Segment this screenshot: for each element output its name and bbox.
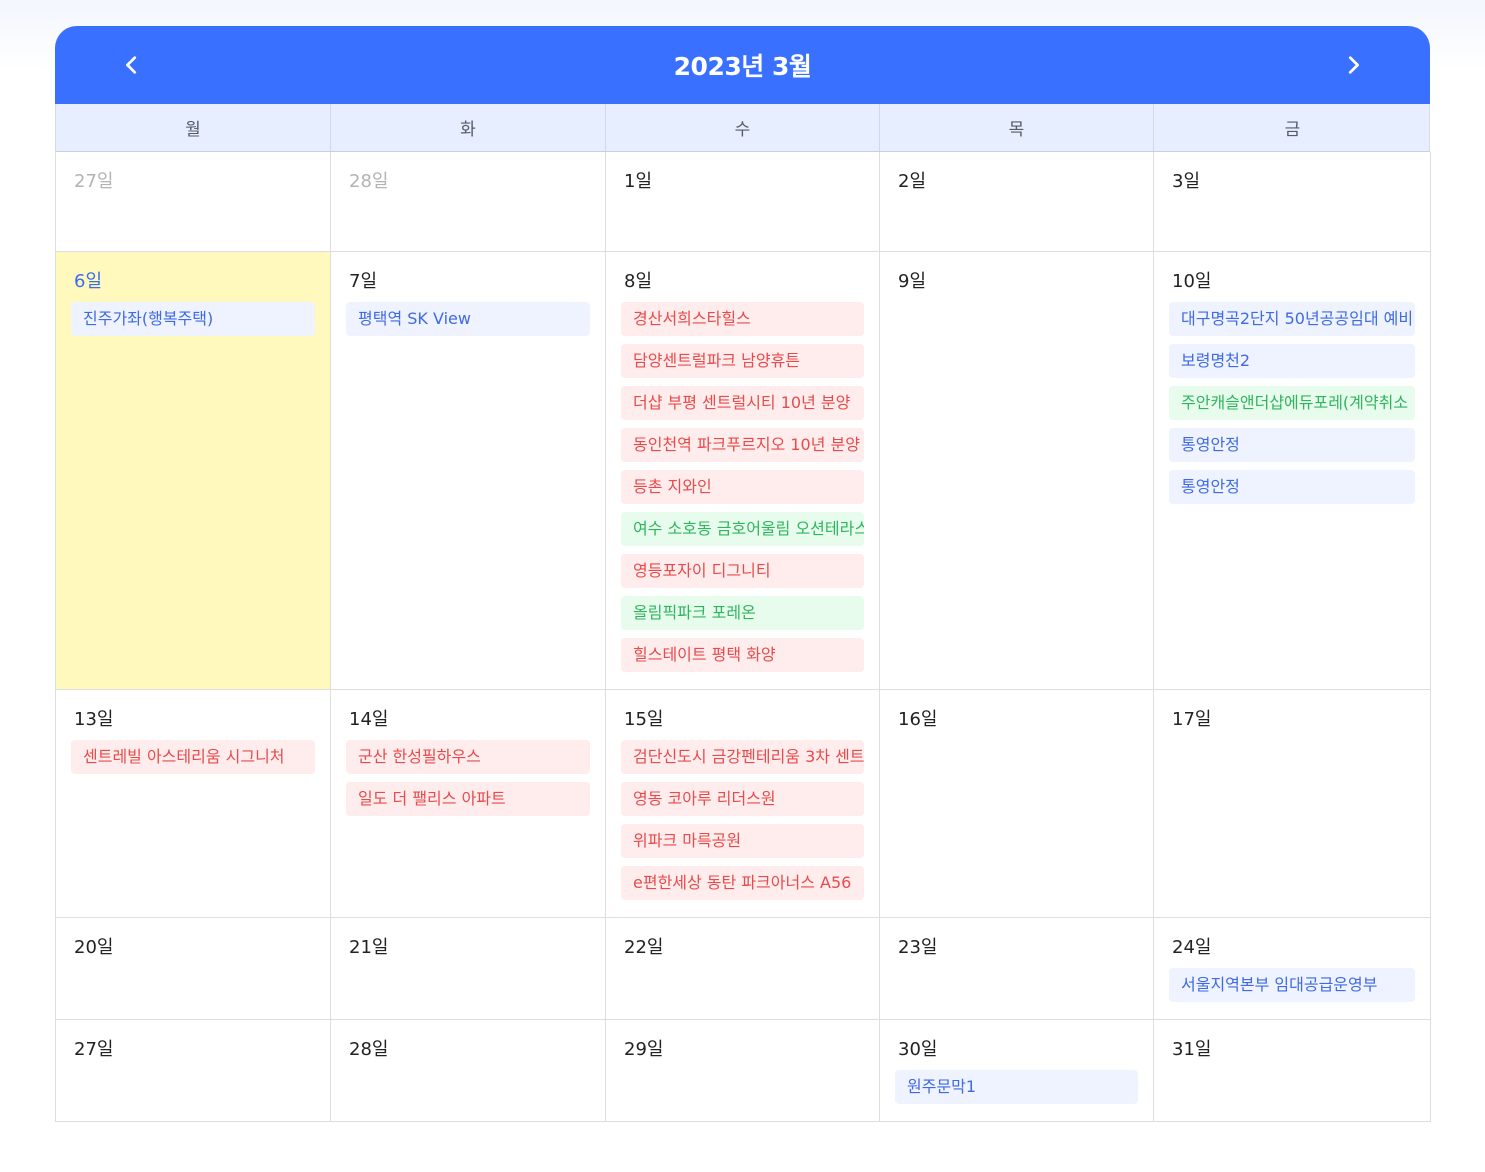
weekday-tue: 화 bbox=[331, 104, 606, 151]
calendar-event[interactable]: 영등포자이 디그니티 bbox=[621, 554, 864, 588]
day-cell[interactable]: 27일 bbox=[56, 1020, 331, 1122]
calendar-event[interactable]: 담양센트럴파크 남양휴튼 bbox=[621, 344, 864, 378]
day-cell[interactable]: 2일 bbox=[880, 152, 1154, 252]
weekday-header-row: 월 화 수 목 금 bbox=[55, 104, 1430, 152]
calendar-event[interactable]: 원주문막1 bbox=[895, 1070, 1138, 1104]
day-number: 14일 bbox=[349, 709, 389, 730]
day-cell[interactable]: 31일 bbox=[1154, 1020, 1431, 1122]
day-cell[interactable]: 27일 bbox=[56, 152, 331, 252]
day-cell[interactable]: 15일검단신도시 금강펜테리움 3차 센트럴영동 코아루 리더스원위파크 마륵공… bbox=[606, 690, 880, 918]
calendar-header: 2023년 3월 bbox=[55, 26, 1430, 104]
day-number: 13일 bbox=[74, 709, 114, 730]
calendar: 2023년 3월 월 화 수 목 금 27일 28일 1일 2일 3일 6일진주가좌(행복… bbox=[55, 26, 1431, 1122]
calendar-event[interactable]: e편한세상 동탄 파크아너스 A56 bbox=[621, 866, 864, 900]
calendar-event[interactable]: 센트레빌 아스테리움 시그니처 bbox=[71, 740, 315, 774]
day-cell[interactable]: 10일대구명곡2단지 50년공공임대 예비보령명천2 주안캐슬앤더샵에듀포레(계약… bbox=[1154, 252, 1431, 690]
calendar-event[interactable]: 등촌 지와인 bbox=[621, 470, 864, 504]
day-cell[interactable]: 29일 bbox=[606, 1020, 880, 1122]
day-cell[interactable]: 24일서울지역본부 임대공급운영부 bbox=[1154, 918, 1431, 1020]
day-number: 20일 bbox=[74, 937, 114, 958]
day-number: 15일 bbox=[624, 709, 664, 730]
weekday-mon: 월 bbox=[56, 104, 331, 151]
day-number: 29일 bbox=[624, 1039, 664, 1060]
day-number: 23일 bbox=[898, 937, 938, 958]
calendar-event[interactable]: 동인천역 파크푸르지오 10년 분양 bbox=[621, 428, 864, 462]
day-number: 28일 bbox=[349, 171, 389, 192]
month-title: 2023년 3월 bbox=[673, 52, 812, 81]
calendar-event[interactable]: 여수 소호동 금호어울림 오션테라스 bbox=[621, 512, 864, 546]
day-number: 10일 bbox=[1172, 271, 1212, 292]
weekday-fri: 금 bbox=[1284, 120, 1301, 140]
calendar-event[interactable]: 일도 더 팰리스 아파트 bbox=[346, 782, 590, 816]
day-number: 17일 bbox=[1172, 709, 1212, 730]
day-cell[interactable]: 22일 bbox=[606, 918, 880, 1020]
day-cell[interactable]: 30일원주문막1 bbox=[880, 1020, 1154, 1122]
day-number: 27일 bbox=[74, 171, 114, 192]
day-cell[interactable]: 20일 bbox=[56, 918, 331, 1020]
day-number: 31일 bbox=[1172, 1039, 1212, 1060]
day-number: 3일 bbox=[1172, 171, 1201, 192]
calendar-event[interactable]: 위파크 마륵공원 bbox=[621, 824, 864, 858]
day-number: 8일 bbox=[624, 271, 653, 292]
day-cell[interactable]: 1일 bbox=[606, 152, 880, 252]
day-cell[interactable]: 9일 bbox=[880, 252, 1154, 690]
prev-month-button[interactable] bbox=[93, 26, 171, 104]
weekday-thu: 목 bbox=[880, 104, 1154, 151]
calendar-event[interactable]: 힐스테이트 평택 화양 bbox=[621, 638, 864, 672]
day-cell[interactable]: 21일 bbox=[331, 918, 606, 1020]
day-number: 21일 bbox=[349, 937, 389, 958]
calendar-event[interactable]: 경산서희스타힐스 bbox=[621, 302, 864, 336]
day-number: 30일 bbox=[898, 1039, 938, 1060]
day-number: 9일 bbox=[898, 271, 927, 292]
calendar-event[interactable]: 대구명곡2단지 50년공공임대 예비 bbox=[1169, 302, 1415, 336]
day-number: 6일 bbox=[74, 271, 103, 292]
calendar-event[interactable]: 진주가좌(행복주택) bbox=[71, 302, 315, 336]
day-cell[interactable]: 17일 bbox=[1154, 690, 1431, 918]
day-number: 2일 bbox=[898, 171, 927, 192]
day-number: 28일 bbox=[349, 1039, 389, 1060]
calendar-event[interactable]: 올림픽파크 포레온 bbox=[621, 596, 864, 630]
day-cell[interactable]: 14일군산 한성필하우스일도 더 팰리스 아파트 bbox=[331, 690, 606, 918]
day-cell[interactable]: 16일 bbox=[880, 690, 1154, 918]
calendar-event[interactable]: 통영안정 bbox=[1169, 428, 1415, 462]
calendar-event[interactable]: 영동 코아루 리더스원 bbox=[621, 782, 864, 816]
day-number: 16일 bbox=[898, 709, 938, 730]
day-number: 22일 bbox=[624, 937, 664, 958]
calendar-event[interactable]: 보령명천2 bbox=[1169, 344, 1415, 378]
calendar-event[interactable]: 서울지역본부 임대공급운영부 bbox=[1169, 968, 1415, 1002]
day-cell[interactable]: 7일평택역 SK View bbox=[331, 252, 606, 690]
chevron-left-icon bbox=[126, 56, 137, 74]
next-month-button[interactable] bbox=[1314, 26, 1392, 104]
day-number: 7일 bbox=[349, 271, 378, 292]
calendar-event[interactable]: 주안캐슬앤더샵에듀포레(계약취소 bbox=[1169, 386, 1415, 420]
day-cell[interactable]: 6일진주가좌(행복주택) bbox=[56, 252, 331, 690]
day-number: 27일 bbox=[74, 1039, 114, 1060]
day-cell[interactable]: 13일센트레빌 아스테리움 시그니처 bbox=[56, 690, 331, 918]
chevron-right-icon bbox=[1348, 56, 1359, 74]
calendar-event[interactable]: 더샵 부평 센트럴시티 10년 분양 bbox=[621, 386, 864, 420]
day-cell[interactable]: 23일 bbox=[880, 918, 1154, 1020]
calendar-grid: 27일 28일 1일 2일 3일 6일 진주가좌(행복주택) 7일 평택역 SK View 8일 경… bbox=[55, 152, 1431, 1122]
day-number: 1일 bbox=[624, 171, 653, 192]
calendar-event[interactable]: 평택역 SK View bbox=[346, 302, 590, 336]
day-cell[interactable]: 28일 bbox=[331, 152, 606, 252]
calendar-event[interactable]: 통영안정 bbox=[1169, 470, 1415, 504]
day-cell[interactable]: 8일경산서희스타힐스담양센트럴파크 남양휴튼더샵 부평 센트럴시티 10년 분양… bbox=[606, 252, 880, 690]
calendar-event[interactable]: 검단신도시 금강펜테리움 3차 센트럴 bbox=[621, 740, 864, 774]
weekday-wed: 수 bbox=[606, 104, 880, 151]
day-cell[interactable]: 3일 bbox=[1154, 152, 1431, 252]
calendar-event[interactable]: 군산 한성필하우스 bbox=[346, 740, 590, 774]
day-number: 24일 bbox=[1172, 937, 1212, 958]
day-cell[interactable]: 28일 bbox=[331, 1020, 606, 1122]
